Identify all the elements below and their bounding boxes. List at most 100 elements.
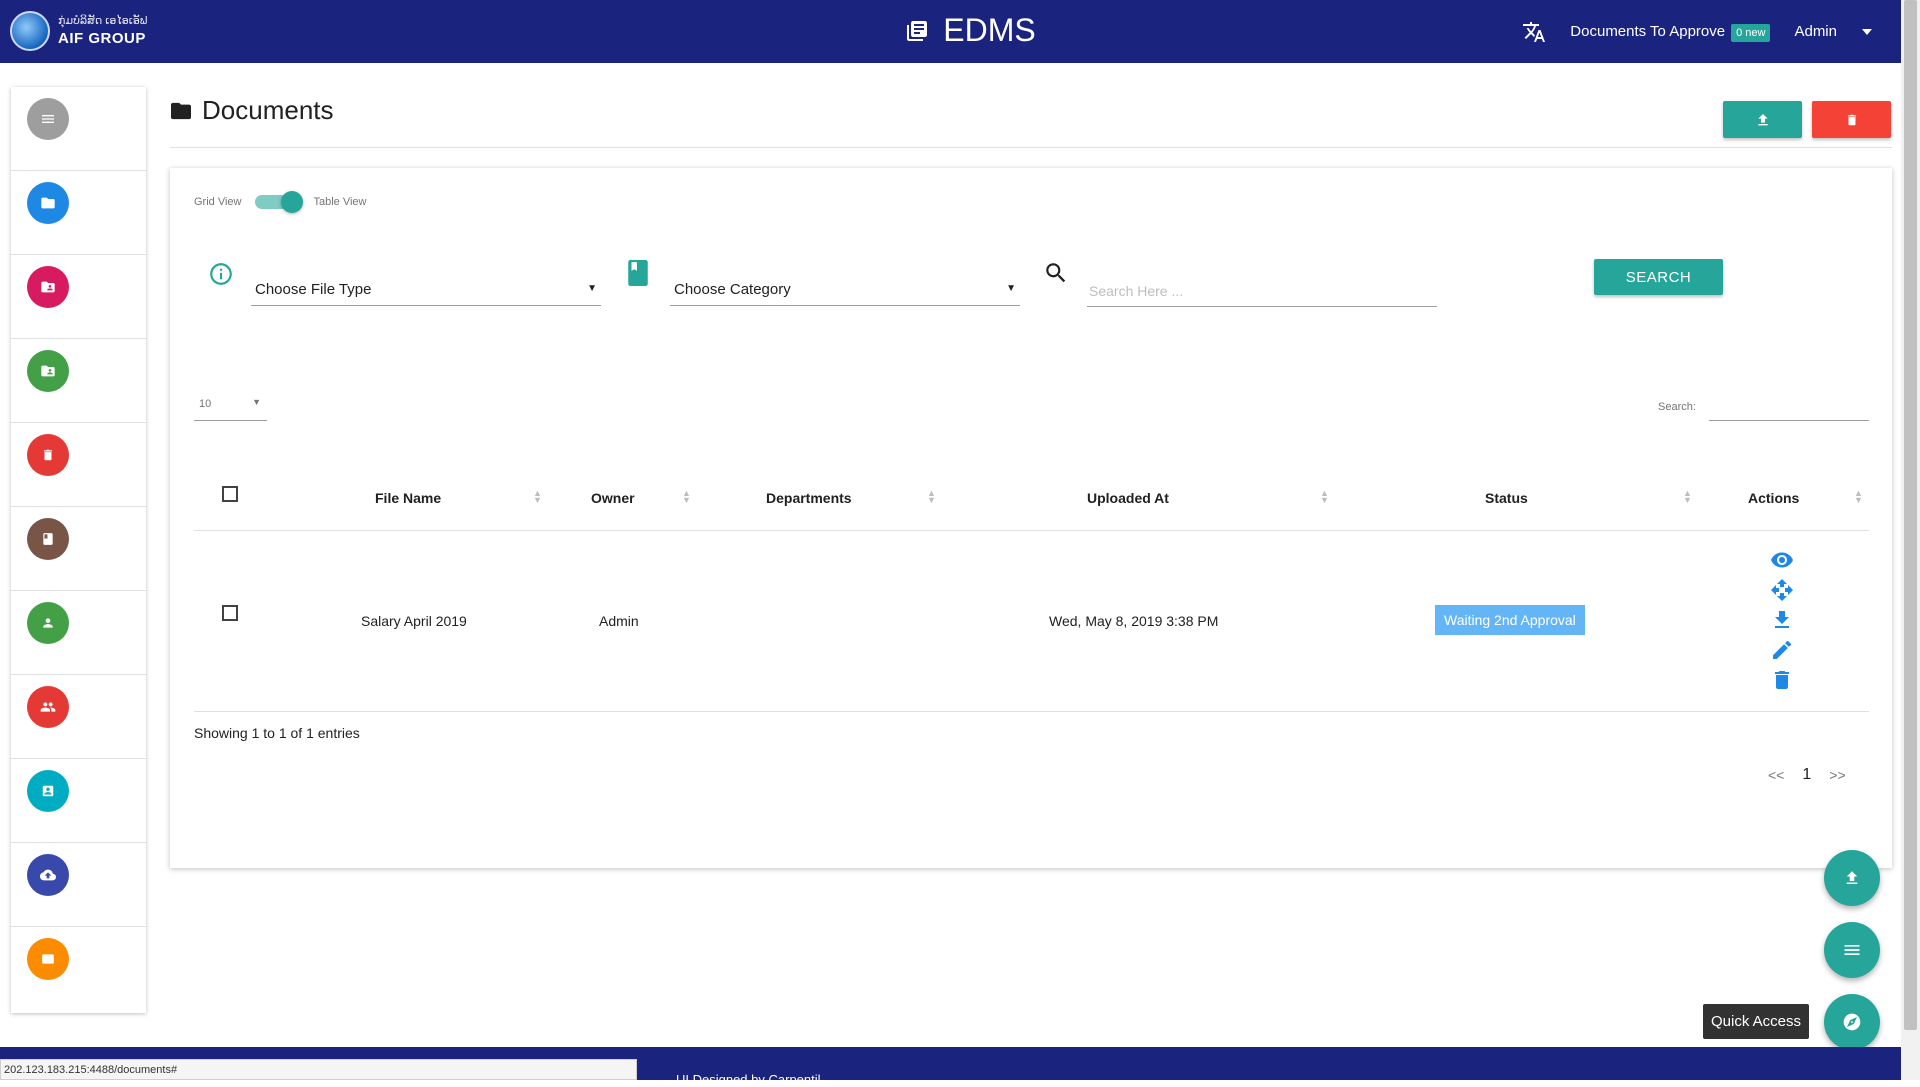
caret-down-icon: ▼ <box>1006 283 1016 294</box>
next-page-button[interactable]: >> <box>1829 767 1845 783</box>
sidebar-item-documents[interactable] <box>11 171 146 255</box>
folder-icon <box>171 102 191 119</box>
documents-to-approve-link[interactable]: Documents To Approve 0 new <box>1570 23 1771 42</box>
fab-upload-button[interactable] <box>1824 850 1880 906</box>
sidebar-item-contacts[interactable] <box>11 759 146 843</box>
file-type-select[interactable]: Choose File Type ▼ <box>251 269 601 306</box>
trash-icon <box>27 434 69 476</box>
column-header-departments[interactable]: Departments <box>766 490 852 506</box>
new-approvals-badge: 0 new <box>1731 24 1771 42</box>
move-icon[interactable] <box>1770 578 1794 602</box>
edit-icon[interactable] <box>1770 638 1794 662</box>
category-select[interactable]: Choose Category ▼ <box>670 269 1020 306</box>
cloud-upload-icon <box>27 854 69 896</box>
column-header-status[interactable]: Status <box>1485 490 1528 506</box>
sidebar-item-department-folder[interactable] <box>11 339 146 423</box>
page-length-select[interactable]: 10 ▼ <box>194 386 267 421</box>
folder-icon <box>27 182 69 224</box>
grid-view-label: Grid View <box>194 196 242 208</box>
fab-quick-access-button[interactable] <box>1824 994 1880 1050</box>
page-title: Documents <box>202 95 334 125</box>
sidebar-item-cards[interactable] <box>11 927 146 1010</box>
cell-owner: Admin <box>599 613 639 629</box>
column-header-file-name[interactable]: File Name <box>375 490 441 506</box>
sort-icon[interactable]: ▲ ▼ <box>533 489 542 505</box>
current-page[interactable]: 1 <box>1802 766 1811 784</box>
upload-icon <box>1757 113 1768 125</box>
sidebar-item-records[interactable] <box>11 507 146 591</box>
cell-file-name[interactable]: Salary April 2019 <box>361 613 467 629</box>
sidebar-item-trash[interactable] <box>11 423 146 507</box>
sidebar-item-menu[interactable] <box>11 87 146 171</box>
file-type-value: Choose File Type <box>255 281 372 298</box>
folder-shared-icon <box>27 266 69 308</box>
header-rule <box>194 530 1869 531</box>
top-navbar: ກຸ່ມບໍລິສັດ ເອໄອເອັຟ AIF GROUP EDMS Docu… <box>0 0 1901 63</box>
view-toggle: Grid View Table View <box>194 191 367 213</box>
app-title: EDMS <box>943 12 1036 48</box>
book-icon <box>628 260 648 286</box>
menu-icon <box>1844 945 1860 955</box>
delete-button[interactable] <box>1812 101 1891 138</box>
documents-card: Grid View Table View Choose File Type ▼ … <box>170 168 1892 868</box>
table-info: Showing 1 to 1 of 1 entries <box>194 725 360 741</box>
fab-menu-button[interactable] <box>1824 922 1880 978</box>
page-length-value: 10 <box>199 398 212 410</box>
column-header-owner[interactable]: Owner <box>591 490 635 506</box>
row-rule <box>194 711 1869 712</box>
search-input[interactable] <box>1087 282 1441 300</box>
sidebar-item-shared-folder[interactable] <box>11 255 146 339</box>
search-button[interactable]: SEARCH <box>1594 259 1723 295</box>
trash-icon <box>1847 114 1856 125</box>
view-switch[interactable] <box>255 191 304 213</box>
library-books-icon <box>907 20 928 41</box>
info-icon <box>210 263 232 285</box>
upload-button[interactable] <box>1723 101 1802 138</box>
admin-dropdown[interactable]: Admin <box>1794 23 1873 40</box>
row-checkbox[interactable] <box>222 605 238 621</box>
upload-icon <box>1846 871 1858 884</box>
quick-access-tooltip: Quick Access <box>1703 1004 1810 1039</box>
select-all-checkbox[interactable] <box>222 486 238 502</box>
sidebar-item-groups[interactable] <box>11 675 146 759</box>
translate-icon[interactable] <box>1522 20 1546 44</box>
sort-icon[interactable]: ▲ ▼ <box>1320 489 1329 505</box>
category-value: Choose Category <box>674 281 791 298</box>
sidebar-item-users[interactable] <box>11 591 146 675</box>
caret-down-icon: ▼ <box>252 397 261 407</box>
table-search-label: Search: <box>1658 401 1696 413</box>
status-badge: Waiting 2nd Approval <box>1435 605 1585 635</box>
browser-status-url: 202.123.183.215:4488/documents# <box>0 1059 637 1080</box>
page-scrollbar[interactable] <box>1901 0 1920 1080</box>
scrollbar-thumb[interactable] <box>1904 0 1917 1030</box>
card-icon <box>27 938 69 980</box>
user-name: Admin <box>1794 23 1837 40</box>
person-icon <box>27 602 69 644</box>
download-icon[interactable] <box>1770 608 1794 632</box>
page-header: Documents <box>170 95 334 126</box>
prev-page-button[interactable]: << <box>1768 767 1784 783</box>
pagination: << 1 >> <box>1768 766 1846 784</box>
sort-icon[interactable]: ▲ ▼ <box>1854 489 1863 505</box>
cell-uploaded-at: Wed, May 8, 2019 3:38 PM <box>1049 613 1219 629</box>
contact-icon <box>27 770 69 812</box>
caret-down-icon <box>1862 28 1872 35</box>
switch-knob <box>281 191 304 213</box>
trash-icon[interactable] <box>1770 668 1794 692</box>
approvals-label: Documents To Approve <box>1570 23 1726 40</box>
sidebar-item-upload[interactable] <box>11 843 146 927</box>
menu-icon <box>27 98 69 140</box>
sort-icon[interactable]: ▲ ▼ <box>682 489 691 505</box>
sort-icon[interactable]: ▲ ▼ <box>927 489 936 505</box>
sidebar <box>11 87 146 1013</box>
eye-icon[interactable] <box>1770 548 1794 572</box>
column-header-uploaded-at[interactable]: Uploaded At <box>1087 490 1169 506</box>
search-icon <box>1046 263 1066 283</box>
table-view-label: Table View <box>313 196 367 208</box>
sort-icon[interactable]: ▲ ▼ <box>1683 489 1692 505</box>
caret-down-icon: ▼ <box>587 283 597 294</box>
table-search-input[interactable] <box>1709 390 1869 421</box>
header-divider <box>170 147 1892 148</box>
book-icon <box>27 518 69 560</box>
compass-icon <box>1843 1013 1861 1031</box>
